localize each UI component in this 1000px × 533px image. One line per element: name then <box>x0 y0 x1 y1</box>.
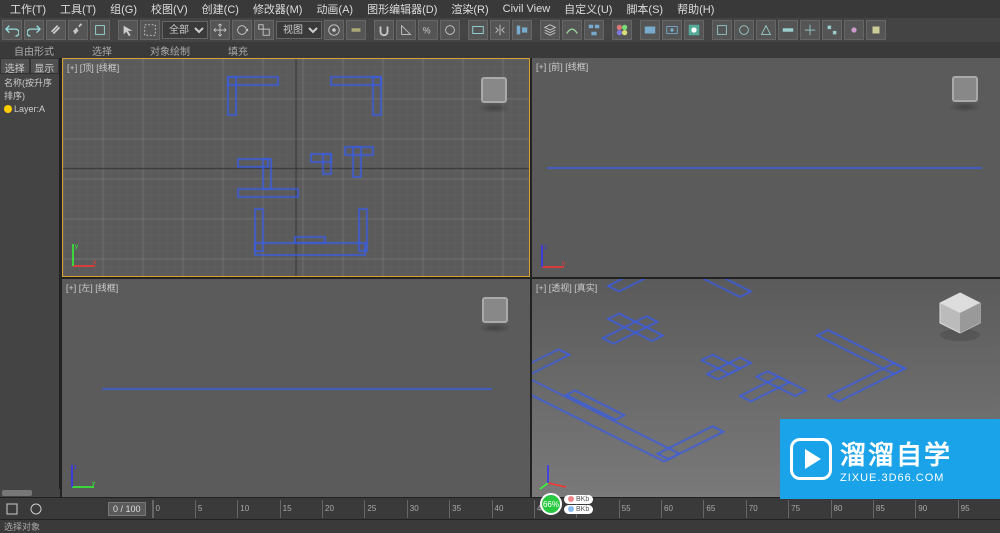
tool-d-button[interactable] <box>778 20 798 40</box>
tool-e-button[interactable] <box>800 20 820 40</box>
select-rotate-button[interactable] <box>232 20 252 40</box>
timeline: 0 / 100 05101520253035404550556065707580… <box>0 497 1000 519</box>
ribbon-tab-paint[interactable]: 对象绘制 <box>146 42 194 59</box>
viewcube-perspective[interactable] <box>930 285 990 345</box>
curve-editor-button[interactable] <box>562 20 582 40</box>
scene-explorer-panel: 选择 显示 名称(按升序排序) Layer:A <box>0 58 60 497</box>
tool-a-button[interactable] <box>712 20 732 40</box>
snap-button[interactable] <box>374 20 394 40</box>
select-move-button[interactable] <box>210 20 230 40</box>
menu-bar: 工作(T) 工具(T) 组(G) 校图(V) 创建(C) 修改器(M) 动画(A… <box>0 0 1000 18</box>
render-frame-button[interactable] <box>662 20 682 40</box>
tool-f-button[interactable] <box>822 20 842 40</box>
percent-snap-button[interactable]: % <box>418 20 438 40</box>
menu-item-modifier[interactable]: 修改器(M) <box>247 0 309 19</box>
progress-badge: 66% BKb BKb <box>540 493 593 515</box>
select-object-button[interactable] <box>118 20 138 40</box>
mirror-button[interactable] <box>490 20 510 40</box>
ribbon-tab-select[interactable]: 选择 <box>88 42 116 59</box>
align-button[interactable] <box>512 20 532 40</box>
svg-text:%: % <box>423 26 431 36</box>
render-setup-button[interactable] <box>640 20 660 40</box>
status-text: 选择对象 <box>4 520 40 533</box>
ribbon-tab-freeform[interactable]: 自由形式 <box>10 42 58 59</box>
select-region-button[interactable] <box>140 20 160 40</box>
auto-key-button[interactable] <box>26 500 46 518</box>
menu-item-graph[interactable]: 图形编辑器(D) <box>361 0 443 19</box>
menu-item-custom[interactable]: 自定义(U) <box>558 0 618 19</box>
main-toolbar: 全部 视图 % <box>0 18 1000 42</box>
undo-button[interactable] <box>2 20 22 40</box>
spinner-snap-button[interactable] <box>440 20 460 40</box>
set-key-button[interactable] <box>2 500 22 518</box>
scene-tab-display[interactable]: 显示 <box>30 58 60 74</box>
sort-label: 名称(按升序排序) <box>0 74 59 104</box>
selection-filter-dropdown[interactable]: 全部 <box>162 21 208 39</box>
watermark-banner: 溜溜自学 ZIXUE.3D66.COM <box>780 419 1000 499</box>
link-button[interactable] <box>46 20 66 40</box>
ribbon-bar: 自由形式 选择 对象绘制 填充 <box>0 42 1000 58</box>
redo-button[interactable] <box>24 20 44 40</box>
layer-color-swatch <box>4 105 12 113</box>
select-scale-button[interactable] <box>254 20 274 40</box>
unlink-button[interactable] <box>68 20 88 40</box>
status-bar: 选择对象 <box>0 519 1000 533</box>
viewport-left-label[interactable]: [+] [左] [线框] <box>66 281 118 294</box>
tool-h-button[interactable] <box>866 20 886 40</box>
viewport-front-label[interactable]: [+] [前] [线框] <box>536 60 588 73</box>
material-editor-button[interactable] <box>612 20 632 40</box>
menu-item-group[interactable]: 组(G) <box>104 0 143 19</box>
named-selection-button[interactable] <box>468 20 488 40</box>
viewcube-top[interactable] <box>469 65 519 115</box>
tool-b-button[interactable] <box>734 20 754 40</box>
frame-indicator[interactable]: 0 / 100 <box>108 502 146 516</box>
progress-percent: 66% <box>540 493 562 515</box>
badge-pill-1: BKb <box>564 495 593 504</box>
menu-item-render[interactable]: 渲染(R) <box>445 0 494 19</box>
badge-pill-2: BKb <box>564 505 593 514</box>
viewport-top[interactable]: [+] [顶] [线框] xy <box>62 58 530 277</box>
pivot-button[interactable] <box>324 20 344 40</box>
viewcube-front[interactable] <box>940 64 990 114</box>
menu-item-animation[interactable]: 动画(A) <box>310 0 359 19</box>
tool-g-button[interactable] <box>844 20 864 40</box>
watermark-title: 溜溜自学 <box>840 435 952 472</box>
play-icon <box>790 438 832 480</box>
viewport-top-label[interactable]: [+] [顶] [线框] <box>67 61 119 74</box>
menu-item-create[interactable]: 创建(C) <box>196 0 245 19</box>
render-button[interactable] <box>684 20 704 40</box>
ribbon-tab-fill[interactable]: 填充 <box>224 42 252 59</box>
layer-name: Layer:A <box>14 104 45 114</box>
menu-item-help[interactable]: 帮助(H) <box>671 0 720 19</box>
schematic-button[interactable] <box>584 20 604 40</box>
viewport-left[interactable]: [+] [左] [线框] yz <box>62 279 530 498</box>
menu-item-tools[interactable]: 工具(T) <box>54 0 102 19</box>
menu-item-script[interactable]: 脚本(S) <box>620 0 669 19</box>
bind-button[interactable] <box>90 20 110 40</box>
reference-coord-dropdown[interactable]: 视图 <box>276 21 322 39</box>
menu-item-view[interactable]: 校图(V) <box>145 0 194 19</box>
sidebar-scrollbar[interactable] <box>0 489 60 497</box>
tool-c-button[interactable] <box>756 20 776 40</box>
scene-tab-select[interactable]: 选择 <box>0 58 30 74</box>
viewcube-left[interactable] <box>470 285 520 335</box>
menu-item-civil[interactable]: Civil View <box>497 1 556 17</box>
viewport-front[interactable]: [+] [前] [线框] xz <box>532 58 1000 277</box>
menu-item-work[interactable]: 工作(T) <box>4 0 52 19</box>
layer-button[interactable] <box>540 20 560 40</box>
manipulate-button[interactable] <box>346 20 366 40</box>
angle-snap-button[interactable] <box>396 20 416 40</box>
watermark-url: ZIXUE.3D66.COM <box>840 472 952 484</box>
viewport-persp-label[interactable]: [+] [透视] [真实] <box>536 281 597 294</box>
layer-row[interactable]: Layer:A <box>0 104 59 114</box>
